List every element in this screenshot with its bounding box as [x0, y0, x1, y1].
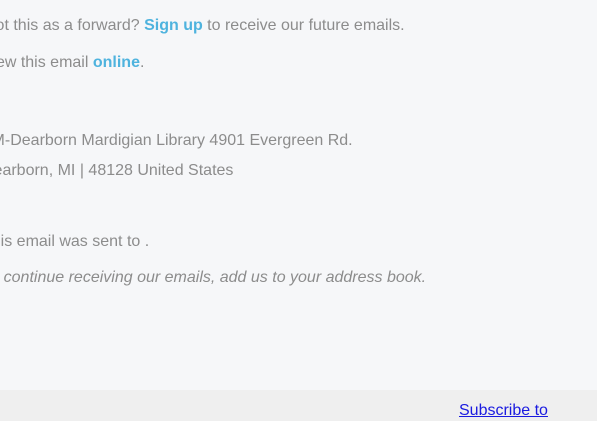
- subscribe-link[interactable]: Subscribe to: [459, 402, 548, 420]
- email-footer: Not this as a forward? Sign up to receiv…: [0, 0, 597, 390]
- online-prefix: View this email: [0, 54, 89, 71]
- address-line-2: Dearborn, MI | 48128 United States: [0, 162, 234, 179]
- subscribe-label: Subscribe to: [459, 402, 548, 419]
- sent-to-notice: This email was sent to .: [0, 233, 150, 250]
- address-book-note: To continue receiving our emails, add us…: [0, 269, 427, 286]
- view-online-notice: View this email online.: [0, 53, 144, 73]
- bottom-bar: Subscribe to: [0, 390, 597, 421]
- online-suffix: .: [139, 54, 145, 71]
- forward-prefix: Not this as a forward?: [0, 17, 145, 34]
- address-line-1: UM-Dearborn Mardigian Library 4901 Everg…: [0, 132, 353, 149]
- forward-notice: Not this as a forward? Sign up to receiv…: [0, 16, 405, 36]
- view-online-link[interactable]: online: [93, 54, 140, 71]
- forward-suffix: to receive our future emails.: [202, 17, 405, 34]
- sign-up-link[interactable]: Sign up: [144, 17, 203, 34]
